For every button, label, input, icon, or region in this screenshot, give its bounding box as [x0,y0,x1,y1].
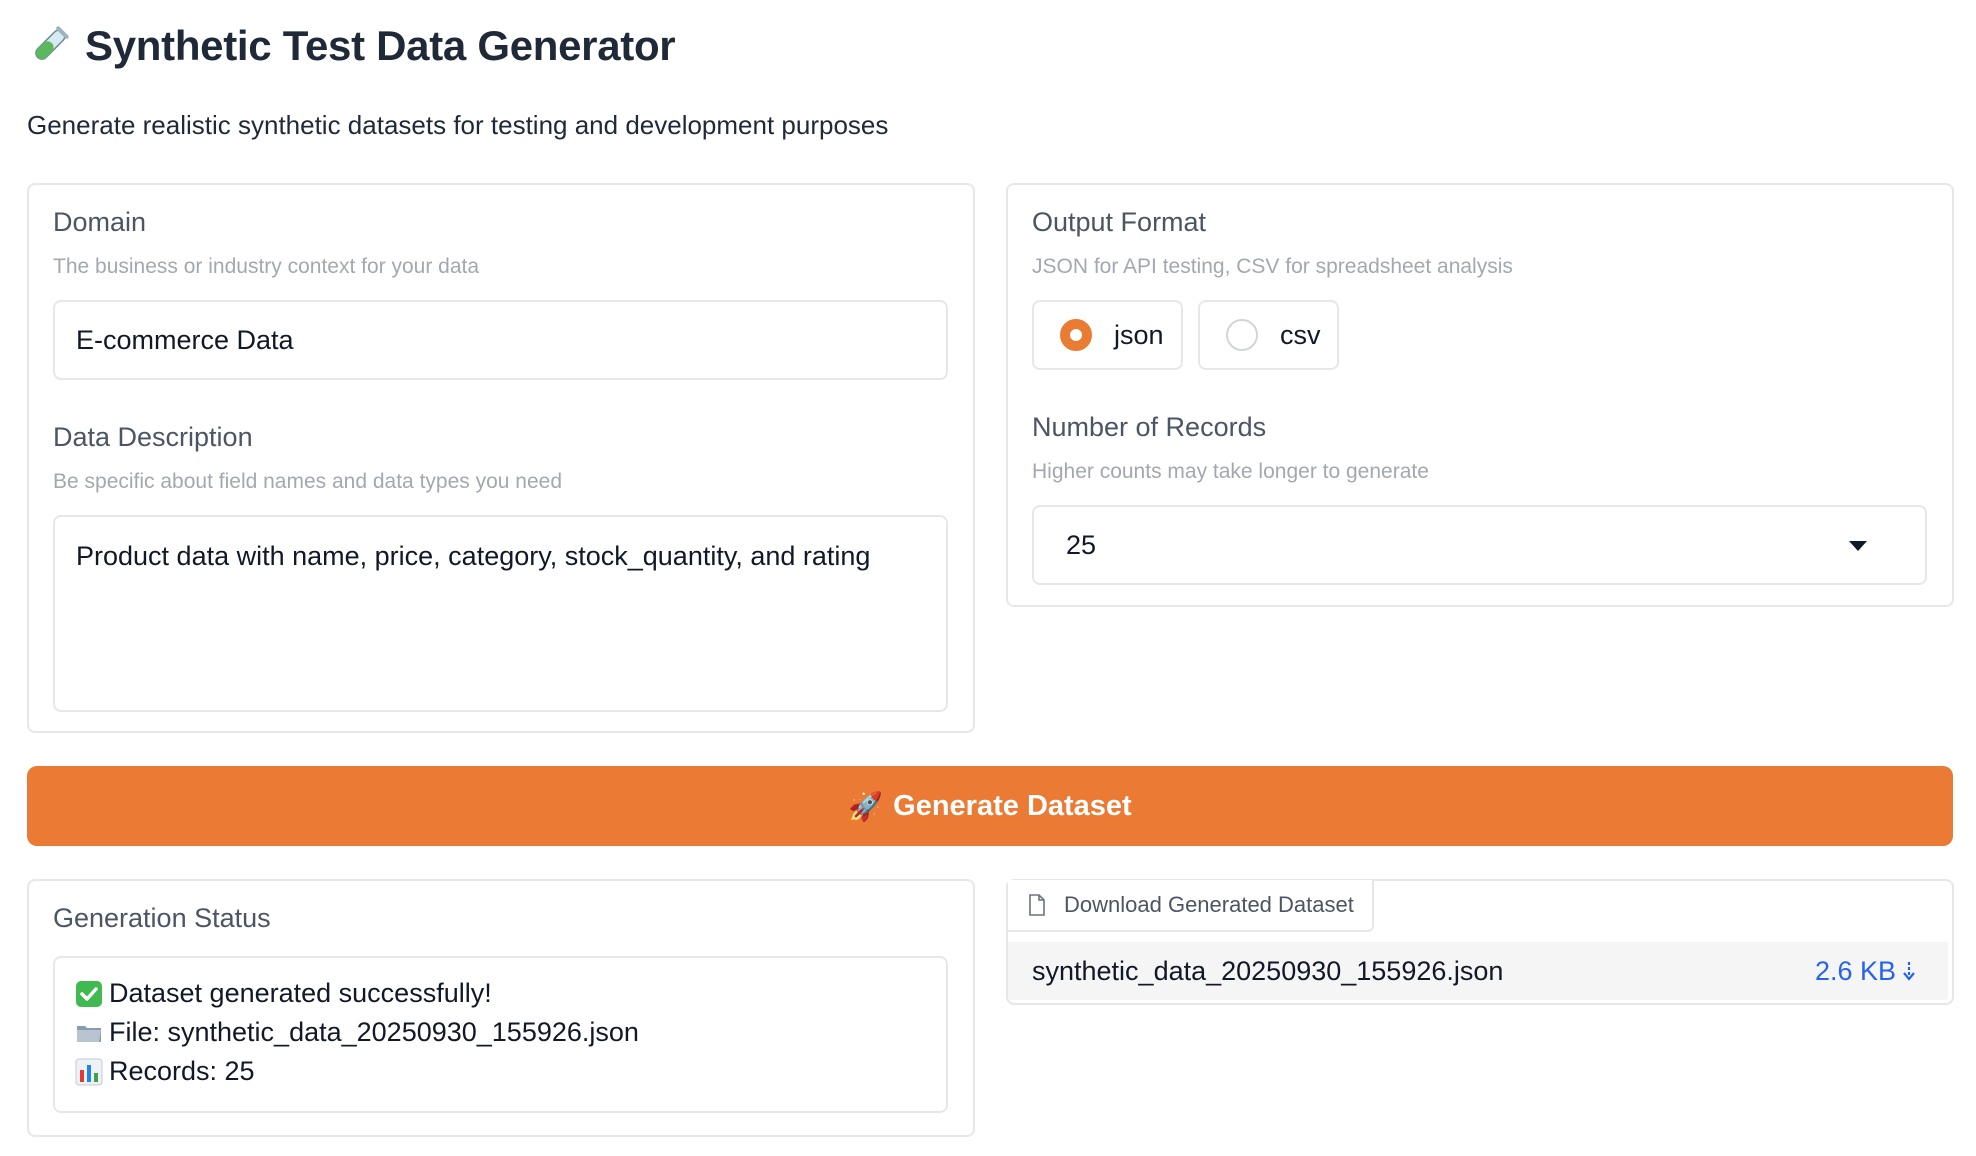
radio-unselected-icon [1226,319,1258,351]
status-label: Generation Status [53,903,271,933]
domain-info: The business or industry context for you… [53,255,480,278]
status-line: Records: 25 [75,1052,946,1091]
generate-button-label: Generate Dataset [893,789,1132,822]
download-tab: Download Generated Dataset [1008,880,1374,932]
page-subtitle: Generate realistic synthetic datasets fo… [27,110,889,140]
file-icon [1028,894,1046,916]
download-file-row[interactable]: synthetic_data_20250930_155926.json 2.6 … [1008,942,1948,1000]
format-option-label: json [1114,319,1164,350]
records-label: Number of Records [1032,412,1267,442]
domain-label: Domain [53,207,147,237]
status-line-text: Records: 25 [109,1056,255,1086]
radio-selected-icon [1060,319,1092,351]
status-line-text: Dataset generated successfully! [109,978,492,1008]
bar-chart-icon [75,1058,103,1086]
page-title: Synthetic Test Data Generator [27,20,676,72]
status-line-text: File: synthetic_data_20250930_155926.jso… [109,1017,639,1047]
download-tab-label: Download Generated Dataset [1064,892,1354,917]
status-output: Dataset generated successfully! File: sy… [53,956,948,1113]
folder-icon [75,1019,103,1047]
format-option-label: csv [1280,319,1321,350]
description-label: Data Description [53,422,253,452]
format-option-csv[interactable]: csv [1198,300,1339,370]
description-textarea[interactable]: Product data with name, price, category,… [53,515,948,712]
check-icon [75,980,103,1008]
records-dropdown-value: 25 [1066,529,1097,560]
records-info: Higher counts may take longer to generat… [1032,460,1429,483]
test-tube-icon [27,24,71,68]
file-size-link[interactable]: 2.6 KB [1815,956,1916,987]
format-option-json[interactable]: json [1032,300,1183,370]
generate-dataset-button[interactable]: 🚀 Generate Dataset [27,766,1953,846]
domain-input[interactable]: E-commerce Data [53,300,948,380]
description-info: Be specific about field names and data t… [53,470,563,493]
records-dropdown[interactable]: 25 [1032,505,1927,585]
output-format-label: Output Format [1032,207,1207,237]
domain-input-value: E-commerce Data [76,324,294,355]
output-format-info: JSON for API testing, CSV for spreadshee… [1032,255,1513,278]
download-arrow-icon [1902,959,1916,983]
rocket-icon: 🚀 [848,790,884,822]
status-line: Dataset generated successfully! [75,974,946,1013]
description-textarea-value: Product data with name, price, category,… [76,541,871,571]
page-title-text: Synthetic Test Data Generator [85,22,676,69]
chevron-down-icon [1849,541,1867,551]
file-name: synthetic_data_20250930_155926.json [1032,955,1504,986]
file-size: 2.6 KB [1814,955,1896,986]
status-line: File: synthetic_data_20250930_155926.jso… [75,1013,946,1052]
